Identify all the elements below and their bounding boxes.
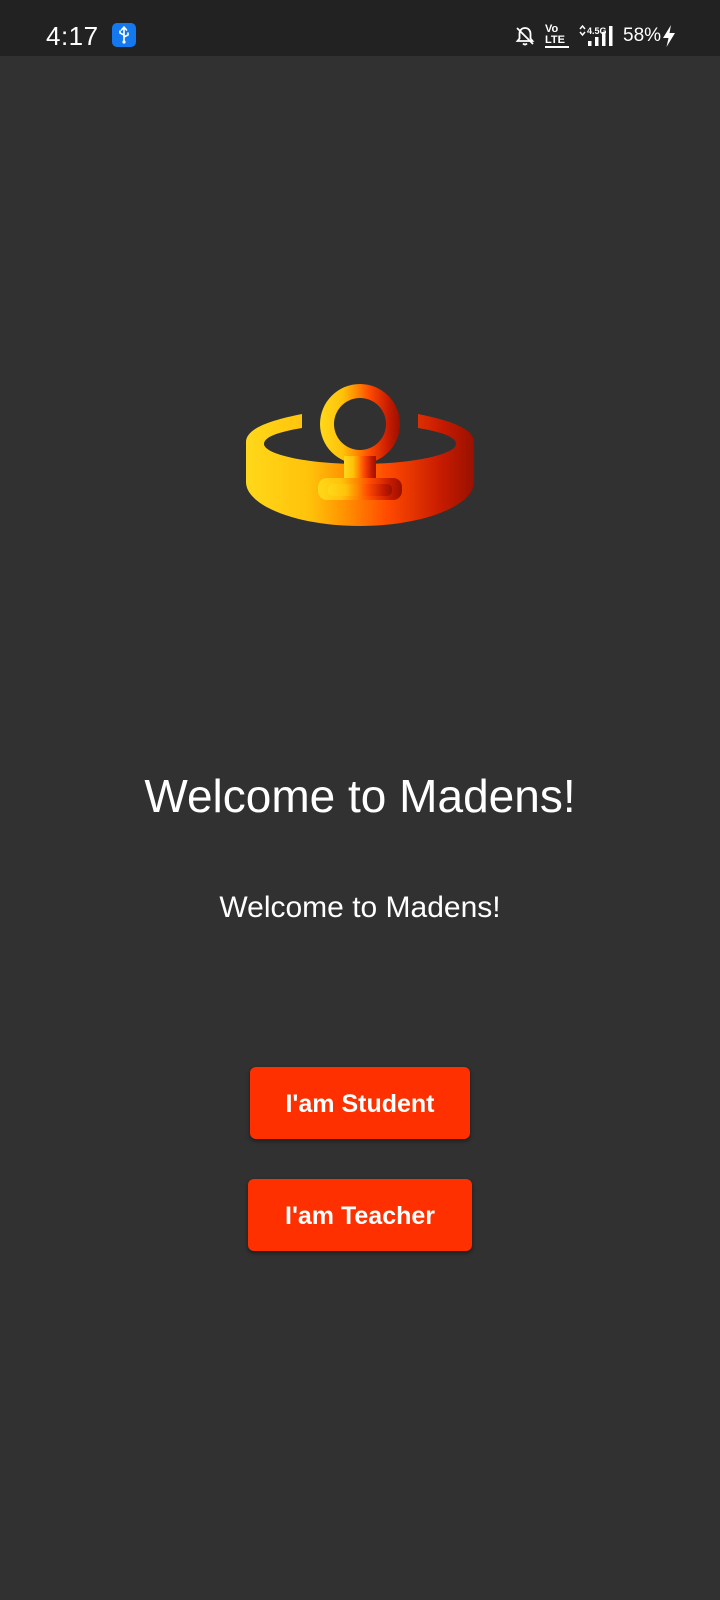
teacher-button[interactable]: I'am Teacher	[248, 1179, 472, 1251]
welcome-subtitle: Welcome to Madens!	[219, 891, 501, 924]
welcome-screen: 4:17 Vo LTE 4.5G 58% Welcome to Madens! …	[0, 0, 720, 1600]
volte-bottom-label: LTE	[545, 35, 569, 48]
bell-off-icon	[514, 25, 536, 52]
signal-icon: 4.5G	[578, 24, 622, 53]
battery-percentage: 58%	[623, 25, 662, 46]
status-bar: 4:17 Vo LTE 4.5G 58%	[0, 0, 720, 56]
status-time: 4:17	[46, 21, 99, 51]
welcome-title: Welcome to Madens!	[144, 770, 576, 822]
charging-icon	[661, 24, 677, 53]
usb-icon	[112, 23, 136, 47]
madens-logo-icon	[246, 384, 474, 526]
student-button[interactable]: I'am Student	[250, 1067, 470, 1139]
volte-icon: Vo LTE	[545, 24, 571, 48]
